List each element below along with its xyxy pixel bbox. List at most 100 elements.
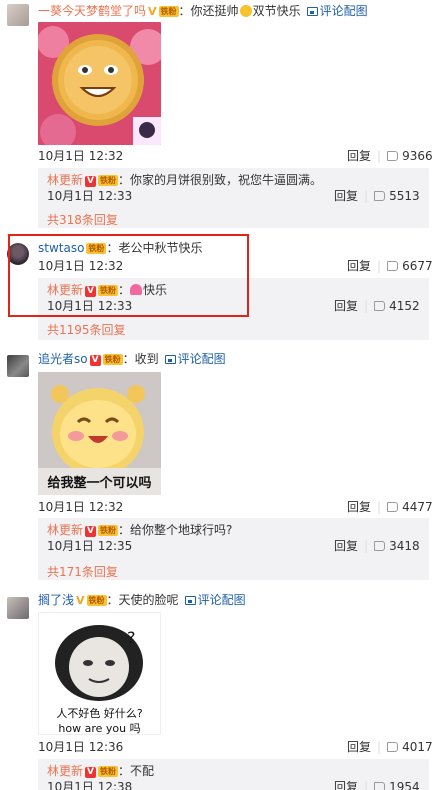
- comment-image[interactable]: ? 人不好色 好什么? how are you 吗: [38, 612, 161, 735]
- reply-box: 林更新 V 铁粉 ：你家的月饼很别致，祝您牛逼圆满。 10月1日 12:33 回复 | 5…: [38, 168, 429, 228]
- reply-button[interactable]: 回复: [334, 189, 358, 203]
- comment-text: 你还挺帅: [190, 4, 239, 18]
- reply-button[interactable]: 回复: [347, 740, 371, 754]
- reply-button[interactable]: 回复: [334, 780, 358, 790]
- verified-icon: V: [76, 594, 85, 607]
- svg-text:?: ?: [127, 628, 136, 647]
- reply-line: 林更新 V 铁粉 ：你家的月饼很别致，祝您牛逼圆满。: [47, 173, 323, 187]
- reply-button[interactable]: 回复: [347, 259, 371, 273]
- reply-time: 10月1日 12:38: [47, 780, 133, 790]
- mooncake-face-image: [38, 22, 161, 145]
- reply-username[interactable]: 林更新: [47, 523, 83, 537]
- reply-actions: 回复 | 5513: [334, 188, 420, 204]
- reply-line: 林更新 V 铁粉 ：不配: [47, 764, 155, 778]
- more-replies-link[interactable]: 共1195条回复: [47, 322, 126, 338]
- comment-text: 收到: [134, 352, 159, 366]
- like-icon[interactable]: [387, 151, 399, 161]
- picture-icon: [306, 7, 318, 16]
- like-icon[interactable]: [374, 541, 386, 551]
- comment-actions: 回复 | 4017: [347, 739, 433, 755]
- fans-badge[interactable]: 铁粉: [158, 6, 179, 17]
- comment-picture-link[interactable]: 评论配图: [306, 4, 368, 18]
- reply-actions: 回复 | 4152: [334, 298, 420, 314]
- reply-text: 你家的月饼很别致，祝您牛逼圆满。: [130, 173, 323, 187]
- comment-text-suffix: 双节快乐: [252, 4, 301, 18]
- fans-badge[interactable]: 铁粉: [86, 595, 107, 606]
- verified-icon: V: [148, 5, 157, 18]
- comment-picture-link[interactable]: 评论配图: [164, 352, 226, 366]
- comment-actions: 回复 | 6677: [347, 258, 433, 274]
- highlight-box: [8, 234, 249, 317]
- comment-text: 天使的脸呢: [118, 593, 179, 607]
- separator: |: [377, 259, 382, 273]
- separator: |: [377, 149, 382, 163]
- comment-picture-label: 评论配图: [177, 352, 226, 366]
- separator: |: [364, 539, 369, 553]
- comment-line: 搁了浅 V 铁粉 ：天使的脸呢 评论配图: [38, 593, 246, 607]
- avatar[interactable]: [7, 355, 29, 377]
- like-icon[interactable]: [387, 742, 399, 752]
- reply-box: 林更新 V 铁粉 ：不配 10月1日 12:38 回复 | 1954: [38, 759, 429, 790]
- avatar[interactable]: [7, 4, 29, 26]
- reply-button[interactable]: 回复: [347, 500, 371, 514]
- comment-line: 追光者so V 铁粉 ：收到 评论配图: [38, 352, 226, 366]
- more-replies-link[interactable]: 共318条回复: [47, 212, 118, 228]
- like-icon[interactable]: [374, 191, 386, 201]
- separator: |: [364, 780, 369, 790]
- fans-badge[interactable]: 铁粉: [97, 766, 118, 777]
- comment-picture-label: 评论配图: [319, 4, 368, 18]
- fans-badge[interactable]: 铁粉: [97, 525, 118, 536]
- like-count: 6677: [402, 259, 433, 273]
- comment-image[interactable]: [38, 22, 161, 145]
- more-replies-link[interactable]: 共171条回复: [47, 564, 118, 580]
- vip-badge: V: [85, 767, 96, 778]
- reply-button[interactable]: 回复: [334, 299, 358, 313]
- comment-line: 一葵今天梦鹤堂了吗 V 铁粉 ：你还挺帅 双节快乐 评论配图: [38, 4, 368, 18]
- image-caption: 人不好色 好什么?: [56, 707, 143, 720]
- reply-actions: 回复 | 3418: [334, 538, 420, 554]
- like-count: 5513: [389, 189, 420, 203]
- vip-badge: V: [89, 355, 101, 366]
- like-count: 9366: [402, 149, 433, 163]
- like-icon[interactable]: [374, 301, 386, 311]
- image-caption: how are you 吗: [58, 722, 141, 735]
- reply-line: 林更新 V 铁粉 ：给你整个地球行吗?: [47, 523, 233, 537]
- reply-button[interactable]: 回复: [334, 539, 358, 553]
- comment-time: 10月1日 12:32: [38, 500, 124, 514]
- username[interactable]: 搁了浅: [38, 593, 74, 607]
- like-count: 1954: [389, 780, 420, 790]
- separator: |: [377, 740, 382, 754]
- reply-text: 不配: [130, 764, 155, 778]
- comment-actions: 回复 | 9366: [347, 148, 433, 164]
- vip-badge: V: [85, 176, 96, 187]
- fans-badge[interactable]: 铁粉: [102, 354, 123, 365]
- picture-icon: [184, 596, 196, 605]
- username[interactable]: 追光者so: [38, 352, 88, 366]
- like-icon[interactable]: [374, 782, 386, 790]
- reply-box: 林更新 V 铁粉 ：给你整个地球行吗? 10月1日 12:35 回复 | 3418 共17…: [38, 518, 429, 580]
- like-icon[interactable]: [387, 261, 399, 271]
- reply-time: 10月1日 12:33: [47, 189, 133, 203]
- fans-badge[interactable]: 铁粉: [97, 175, 118, 186]
- avatar[interactable]: [7, 597, 29, 619]
- like-count: 4152: [389, 299, 420, 313]
- reply-username[interactable]: 林更新: [47, 764, 83, 778]
- comment-actions: 回复 | 4477: [347, 499, 433, 515]
- separator: |: [377, 500, 382, 514]
- reply-text: 给你整个地球行吗?: [130, 523, 233, 537]
- reply-username[interactable]: 林更新: [47, 173, 83, 187]
- vip-badge: V: [85, 526, 96, 537]
- reply-button[interactable]: 回复: [347, 149, 371, 163]
- comment-image[interactable]: 给我整一个可以吗: [38, 372, 161, 495]
- like-icon[interactable]: [387, 502, 399, 512]
- comment-time: 10月1日 12:36: [38, 740, 124, 754]
- separator: |: [364, 189, 369, 203]
- smile-emoji-icon: [239, 5, 252, 17]
- comment-picture-link[interactable]: 评论配图: [184, 593, 246, 607]
- username[interactable]: 一葵今天梦鹤堂了吗: [38, 4, 146, 18]
- picture-icon: [164, 355, 176, 364]
- separator: |: [364, 299, 369, 313]
- comment-picture-label: 评论配图: [197, 593, 246, 607]
- image-caption: 给我整一个可以吗: [47, 476, 152, 491]
- reply-actions: 回复 | 1954: [334, 779, 420, 790]
